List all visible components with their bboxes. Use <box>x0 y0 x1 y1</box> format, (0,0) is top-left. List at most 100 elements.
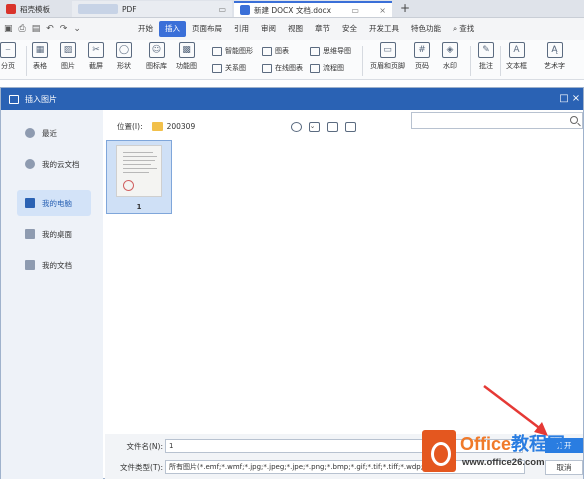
search-icon[interactable] <box>570 116 578 124</box>
watermark-url: www.office26.com <box>462 457 545 468</box>
writer-icon <box>240 5 250 15</box>
print-icon[interactable]: ⎙ <box>19 24 26 34</box>
tab-close-icon[interactable]: × <box>379 6 386 15</box>
thumbnail-line <box>123 172 149 173</box>
save-icon[interactable]: ▣ <box>4 24 13 34</box>
menu-references[interactable]: 引用 <box>228 21 255 37</box>
quick-access-toolbar: ▣ ⎙ ▤ ↶ ↷ ⌄ <box>0 24 132 34</box>
file-name: 1 <box>136 203 142 211</box>
thumbnail-line <box>123 168 157 169</box>
sidebar-item-label: 我的云文档 <box>42 159 80 169</box>
menu-developer[interactable]: 开发工具 <box>363 21 405 37</box>
sidebar-item-label: 我的桌面 <box>42 229 72 239</box>
new-tab-button[interactable]: + <box>400 1 410 15</box>
menu-special[interactable]: 特色功能 <box>405 21 447 37</box>
ribbon-label: 图标库 <box>146 62 167 70</box>
tab-docer[interactable]: 稻壳模板 <box>0 1 72 17</box>
location-dropdown[interactable]: 200309 ⌄ <box>149 119 315 133</box>
ribbon-label: 表格 <box>33 62 47 70</box>
redo-icon[interactable]: ↷ <box>60 24 68 34</box>
watermark-brand-rest: 教程网 <box>511 434 566 454</box>
menu-bar: ▣ ⎙ ▤ ↶ ↷ ⌄ 开始 插入 页面布局 引用 审阅 视图 章节 安全 开发… <box>0 18 584 40</box>
dialog-sidebar: 最近 我的云文档 我的电脑 我的桌面 我的文档 <box>1 110 103 479</box>
ribbon-icon-library[interactable]: ☺ 图标库 <box>146 42 167 71</box>
more-icon[interactable]: ⌄ <box>73 24 81 34</box>
ribbon-mind-map[interactable]: 思维导图 <box>310 46 351 56</box>
ribbon-label: 智能图形 <box>225 47 253 55</box>
ribbon-shape[interactable]: ◯ 形状 <box>116 42 132 71</box>
close-icon[interactable]: × <box>569 92 583 106</box>
tab-pdf[interactable]: PDF ▭ <box>72 1 232 17</box>
ribbon-label: 页码 <box>415 62 429 70</box>
sidebar-item-recent[interactable]: 最近 <box>17 120 91 146</box>
ribbon-comment[interactable]: ✎ 批注 <box>478 42 494 71</box>
tab-label: 新建 DOCX 文档.docx <box>254 5 332 15</box>
back-icon[interactable] <box>291 122 302 132</box>
sidebar-item-documents[interactable]: 我的文档 <box>17 252 91 278</box>
ribbon-page-break[interactable]: ⎯ 分页 <box>0 42 16 71</box>
sidebar-item-label: 最近 <box>42 128 57 138</box>
tab-docx[interactable]: 新建 DOCX 文档.docx ▭ × <box>234 1 392 17</box>
thumbnail-line <box>123 164 151 165</box>
ribbon-table[interactable]: ▦ 表格 <box>32 42 48 71</box>
search-input[interactable] <box>411 112 583 129</box>
divider <box>26 46 27 76</box>
watermark-icon: ◈ <box>442 42 458 58</box>
cloud-icon <box>25 159 35 169</box>
menu-layout[interactable]: 页面布局 <box>186 21 228 37</box>
word-art-icon: Ą <box>546 42 563 58</box>
relation-chart-icon <box>212 63 222 73</box>
ribbon-relation-chart[interactable]: 关系图 <box>212 63 246 73</box>
sidebar-item-cloud-docs[interactable]: 我的云文档 <box>17 151 91 177</box>
menu-security[interactable]: 安全 <box>336 21 363 37</box>
menu-insert[interactable]: 插入 <box>159 21 186 37</box>
online-chart-icon <box>262 63 272 73</box>
folder-icon <box>25 260 35 270</box>
menu-search[interactable]: ⌕ 查找 <box>447 21 480 37</box>
filename-label: 文件名(N): <box>126 441 164 451</box>
ribbon-label: 水印 <box>443 62 457 70</box>
blurred-title <box>78 4 118 14</box>
ribbon-flowchart[interactable]: 流程图 <box>310 63 344 73</box>
image-thumbnail <box>116 145 162 197</box>
menu-review[interactable]: 审阅 <box>255 21 282 37</box>
ribbon-word-art[interactable]: Ą 艺术字 <box>544 42 565 71</box>
up-folder-icon[interactable] <box>309 122 320 132</box>
ribbon-online-chart[interactable]: 在线图表 <box>262 63 303 73</box>
undo-icon[interactable]: ↶ <box>46 24 54 34</box>
new-folder-icon[interactable] <box>327 122 338 132</box>
ribbon-picture[interactable]: ▨ 图片 <box>60 42 76 71</box>
ribbon-function-chart[interactable]: ▩ 功能图 <box>176 42 197 71</box>
dialog-title: 插入图片 <box>25 94 57 104</box>
ribbon-header-footer[interactable]: ▭ 页眉和页脚 <box>370 42 405 71</box>
ribbon-watermark[interactable]: ◈ 水印 <box>442 42 458 71</box>
file-item[interactable]: 1 <box>106 140 172 214</box>
tab-pin-icon[interactable]: ▭ <box>351 6 359 15</box>
ribbon-screenshot[interactable]: ✂ 截屏 <box>88 42 104 71</box>
location-label: 位置(I): <box>117 121 143 131</box>
seal-stamp <box>123 180 134 191</box>
docer-icon <box>6 4 16 14</box>
menu-view[interactable]: 视图 <box>282 21 309 37</box>
screenshot-icon: ✂ <box>88 42 104 58</box>
flowchart-icon <box>310 63 320 73</box>
search-icon: ⌕ <box>453 24 458 33</box>
sidebar-item-desktop[interactable]: 我的桌面 <box>17 221 91 247</box>
view-mode-icon[interactable] <box>345 122 356 132</box>
menu-section[interactable]: 章节 <box>309 21 336 37</box>
navigation-icons <box>291 122 356 132</box>
ribbon-smart-art[interactable]: 智能图形 <box>212 46 253 56</box>
page-number-icon: # <box>414 42 430 58</box>
tab-bar: 稻壳模板 PDF ▭ 新建 DOCX 文档.docx ▭ × + <box>0 0 584 18</box>
preview-icon[interactable]: ▤ <box>32 24 41 34</box>
ribbon: ⎯ 分页 ▦ 表格 ▨ 图片 ✂ 截屏 ◯ 形状 ☺ 图标库 ▩ 功能图 智能图形 图表 思维… <box>0 40 584 80</box>
menu-home[interactable]: 开始 <box>132 21 159 37</box>
sidebar-item-my-computer[interactable]: 我的电脑 <box>17 190 91 216</box>
ribbon-text-box[interactable]: A 文本框 <box>506 42 527 71</box>
ribbon-page-number[interactable]: # 页码 <box>414 42 430 71</box>
picture-icon <box>9 94 19 104</box>
office-logo <box>422 430 456 472</box>
ribbon-chart[interactable]: 图表 <box>262 46 289 56</box>
tab-pin-icon[interactable]: ▭ <box>218 5 226 14</box>
location-value: 200309 <box>166 121 196 131</box>
